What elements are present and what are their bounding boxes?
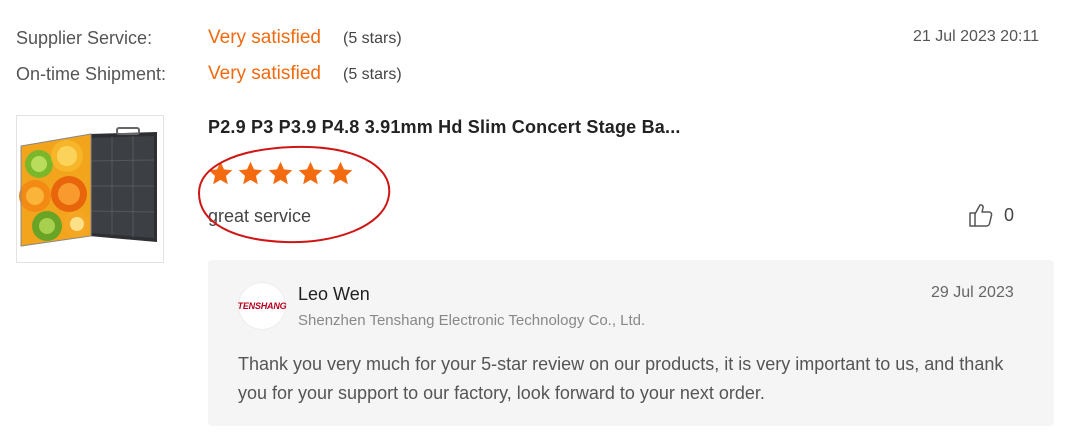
seller-logo-text: TENSHANG [237, 301, 287, 311]
rating-label-supplier-service: Supplier Service: [16, 28, 153, 48]
annotation-ellipse [197, 145, 391, 244]
seller-reply: TENSHANG Leo Wen Shenzhen Tenshang Elect… [208, 260, 1054, 426]
rating-value-on-time-shipment: Very satisfied [208, 63, 321, 84]
product-thumbnail[interactable] [16, 115, 164, 263]
rating-stars-supplier-service: (5 stars) [343, 30, 402, 47]
seller-company[interactable]: Shenzhen Tenshang Electronic Technology … [298, 312, 645, 329]
like-button[interactable]: 0 [968, 202, 1014, 228]
thumbs-up-icon [969, 204, 993, 227]
review-date: 21 Jul 2023 20:11 [913, 28, 1040, 45]
rating-label-on-time-shipment: On-time Shipment: [16, 64, 167, 84]
like-count: 0 [1004, 204, 1015, 225]
product-image [19, 127, 157, 247]
rating-value-supplier-service: Very satisfied [208, 27, 321, 48]
reply-date: 29 Jul 2023 [931, 284, 1014, 301]
rating-stars-on-time-shipment: (5 stars) [343, 66, 402, 83]
product-title-link[interactable]: P2.9 P3 P3.9 P4.8 3.91mm Hd Slim Concert… [208, 117, 681, 138]
seller-logo: TENSHANG [237, 282, 287, 330]
reply-text: Thank you very much for your 5-star revi… [238, 354, 1004, 403]
seller-name: Leo Wen [298, 284, 370, 304]
